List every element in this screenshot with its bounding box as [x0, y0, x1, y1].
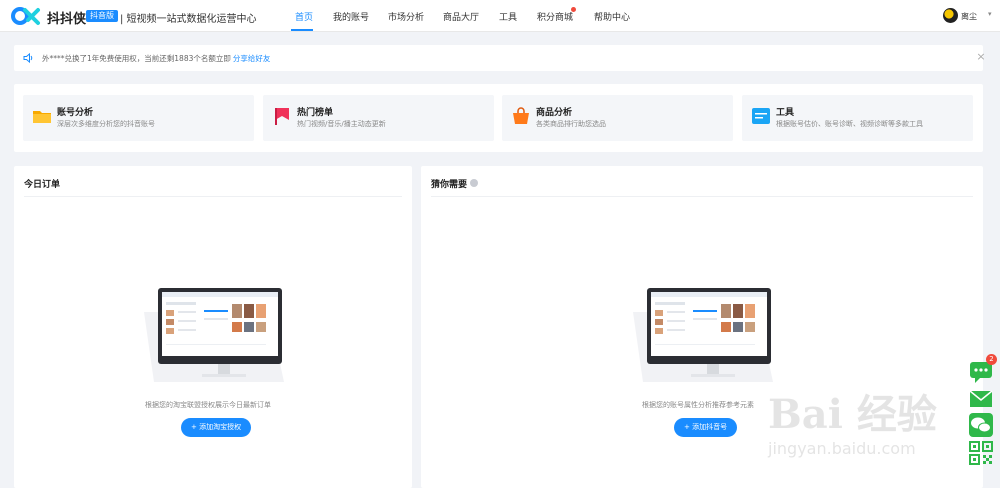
floating-sidebar: 2 — [965, 354, 1000, 488]
brand-name[interactable]: 抖抖侠 — [47, 8, 86, 27]
wechat-icon[interactable] — [968, 412, 994, 438]
notice-message: 外****兑换了1年免费使用权，当前还剩1883个名额立即 — [42, 54, 231, 63]
share-link[interactable]: 分享给好友 — [233, 54, 271, 63]
feature-card-hot-list[interactable]: 热门榜单 热门视频/音乐/播主动态更新 — [263, 95, 494, 141]
divider — [431, 196, 973, 197]
nav-item-my-account[interactable]: 我的账号 — [333, 10, 369, 23]
toolbox-icon — [752, 108, 770, 124]
mail-icon[interactable] — [968, 386, 994, 412]
shopping-bag-icon — [513, 107, 529, 124]
nav-item-points-mall[interactable]: 积分商城 — [537, 10, 573, 23]
empty-state-text: 根据您的账号属性分析推荐参考元素 — [642, 401, 754, 409]
feature-card-product-analysis[interactable]: 商品分析 各类商品排行助您选品 — [502, 95, 733, 141]
feature-title: 商品分析 — [536, 108, 573, 118]
qrcode-icon[interactable] — [968, 440, 994, 466]
nav-active-indicator — [291, 29, 313, 31]
slogan: | 短视频一站式数据化运营中心 — [120, 14, 257, 25]
feature-desc: 各类商品排行助您选品 — [536, 120, 606, 128]
top-header: 抖抖侠 抖音版 | 短视频一站式数据化运营中心 首页 我的账号 市场分析 商品大… — [0, 0, 1000, 32]
feature-card-tools[interactable]: 工具 根据账号估价、账号诊断、视频诊断等多款工具 — [742, 95, 973, 141]
divider — [24, 196, 402, 197]
folder-icon — [33, 111, 51, 123]
nav-item-product-hall[interactable]: 商品大厅 — [443, 10, 479, 23]
close-icon[interactable]: × — [974, 50, 988, 64]
message-count-badge: 2 — [986, 354, 997, 365]
orders-panel: 今日订单 根据您的淘宝联盟授权展示今日最新订单 + 添加淘宝授权 — [14, 166, 412, 488]
info-icon[interactable] — [470, 179, 478, 187]
notice-text: 外****兑换了1年免费使用权，当前还剩1883个名额立即 分享给好友 — [42, 53, 270, 64]
new-dot-icon — [571, 7, 576, 12]
nav-item-market-analysis[interactable]: 市场分析 — [388, 10, 424, 23]
notice-bar: 外****兑换了1年免费使用权，当前还剩1883个名额立即 分享给好友 × — [14, 45, 986, 71]
avatar[interactable] — [943, 8, 958, 23]
panel-title: 猜你需要 — [431, 180, 468, 190]
feature-card-account-analysis[interactable]: 账号分析 深层次多维度分析您的抖音账号 — [23, 95, 254, 141]
nav-item-help-center[interactable]: 帮助中心 — [594, 10, 630, 23]
feature-desc: 深层次多维度分析您的抖音账号 — [57, 120, 155, 128]
add-douyin-account-button[interactable]: + 添加抖音号 — [674, 418, 738, 437]
feature-title: 工具 — [776, 108, 795, 118]
monitor-illustration-icon — [144, 288, 284, 382]
speaker-icon — [23, 52, 33, 64]
add-taobao-auth-button[interactable]: + 添加淘宝授权 — [181, 418, 252, 437]
watermark-title: Bai 经验 — [768, 391, 937, 438]
logo-icon[interactable] — [10, 6, 44, 26]
feature-desc: 热门视频/音乐/播主动态更新 — [297, 120, 386, 128]
flag-icon — [275, 108, 289, 125]
chevron-down-icon[interactable]: ▾ — [988, 10, 992, 18]
feature-cards: 账号分析 深层次多维度分析您的抖音账号 热门榜单 热门视频/音乐/播主动态更新 … — [14, 84, 983, 152]
baidu-watermark: Bai 经验 jingyan.baidu.com — [768, 382, 948, 472]
nav-item-tools[interactable]: 工具 — [499, 10, 517, 23]
feature-desc: 根据账号估价、账号诊断、视频诊断等多款工具 — [776, 120, 923, 128]
panel-title: 今日订单 — [24, 180, 61, 190]
brand-badge: 抖音版 — [86, 10, 118, 22]
feature-title: 账号分析 — [57, 108, 94, 118]
nav-item-home[interactable]: 首页 — [295, 10, 313, 23]
feature-title: 热门榜单 — [297, 108, 334, 118]
user-name[interactable]: 离尘 — [961, 11, 977, 22]
monitor-illustration-icon — [633, 288, 773, 382]
empty-state-text: 根据您的淘宝联盟授权展示今日最新订单 — [145, 401, 271, 409]
watermark-url: jingyan.baidu.com — [768, 439, 916, 458]
